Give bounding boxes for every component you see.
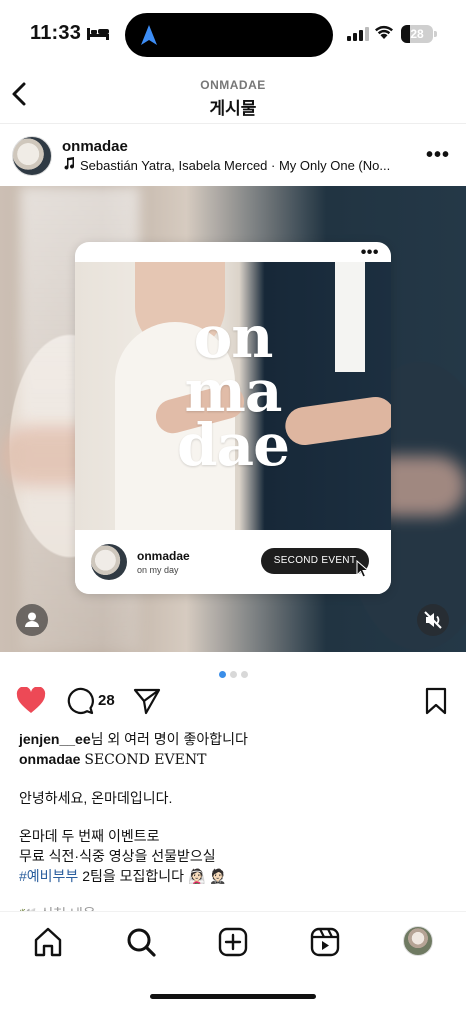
carousel-dot (218, 671, 226, 678)
caption-greeting: 안녕하세요, 온마데입니다. (19, 790, 173, 806)
status-bar: 11:33 28 (0, 0, 466, 70)
post-actions: 28 (0, 684, 466, 720)
carousel-indicator (0, 665, 466, 683)
post-username[interactable]: onmadae (62, 138, 128, 155)
cursor-icon (356, 560, 370, 578)
more-icon[interactable]: ••• (426, 144, 450, 167)
page-title: 게시물 (209, 99, 257, 118)
header-account: ONMADAE (200, 78, 266, 92)
bed-icon (87, 28, 109, 40)
second-event-button: SECOND EVENT (261, 548, 369, 574)
add-icon[interactable] (217, 926, 249, 958)
caption-headline-line: onmadae SECOND EVENT (19, 749, 449, 770)
card-account-name: onmadae (137, 549, 190, 563)
card-more-icon: ••• (360, 244, 379, 261)
music-label: Sebastián Yatra, Isabela Merced · My Onl… (80, 158, 391, 173)
caption-line-2: 무료 식전·식중 영상을 선물받으실 (19, 848, 216, 864)
liked-by-rest: 님 외 여러 명이 좋아합니다 (90, 731, 248, 747)
liked-by-user[interactable]: jenjen__ee (19, 731, 91, 747)
heart-icon[interactable] (16, 687, 46, 715)
dynamic-island[interactable] (125, 13, 333, 57)
music-note-icon (64, 157, 75, 170)
comment-count[interactable]: 28 (98, 692, 115, 709)
mute-button[interactable] (417, 604, 449, 636)
brand-wordmark: on ma dae (176, 303, 290, 479)
battery-indicator: 28 (401, 25, 433, 43)
avatar[interactable] (12, 136, 52, 176)
tagged-people-button[interactable] (16, 604, 48, 636)
search-icon[interactable] (125, 926, 157, 958)
bookmark-icon[interactable] (424, 687, 448, 715)
caption-author[interactable]: onmadae (19, 751, 80, 767)
post-media[interactable]: ••• on ma dae onmadae on my day SECOND E… (0, 186, 466, 652)
reels-icon[interactable] (309, 926, 341, 958)
hashtag-link[interactable]: #예비부부 (19, 868, 78, 884)
home-indicator[interactable] (150, 994, 316, 999)
navigation-arrow-icon (141, 25, 157, 45)
profile-avatar[interactable] (403, 926, 433, 956)
post-caption: jenjen__ee님 외 여러 명이 좋아합니다 onmadae SECOND… (19, 729, 449, 918)
card-account-sub: on my day (137, 565, 179, 575)
share-icon[interactable] (133, 687, 161, 715)
clock: 11:33 (30, 22, 82, 44)
likes-line[interactable]: jenjen__ee님 외 여러 명이 좋아합니다 (19, 729, 449, 749)
caption-line-3-rest: 2팀을 모집합니다 (78, 868, 185, 884)
wedding-photo: on ma dae (75, 262, 391, 530)
comment-icon[interactable] (66, 687, 94, 715)
top-header: ONMADAE 게시물 (0, 70, 466, 124)
carousel-dot (240, 671, 248, 678)
caption-emoji: 👰🏻 🤵🏻 (187, 868, 227, 884)
wifi-icon (375, 25, 393, 39)
signal-icon (347, 27, 369, 41)
card-footer: onmadae on my day SECOND EVENT (75, 530, 391, 594)
carousel-dot (229, 671, 237, 678)
caption-headline: SECOND EVENT (84, 752, 207, 768)
home-icon[interactable] (32, 926, 64, 958)
caption-line-3: #예비부부 2팀을 모집합니다 👰🏻 🤵🏻 (19, 866, 449, 886)
caption-line-1: 온마데 두 번째 이벤트로 (19, 828, 160, 844)
card-avatar (91, 544, 127, 580)
mute-icon (424, 611, 442, 629)
music-info[interactable]: Sebastián Yatra, Isabela Merced · My Onl… (62, 157, 390, 173)
post-header: onmadae Sebastián Yatra, Isabela Merced … (0, 132, 466, 184)
person-icon (25, 612, 39, 627)
post-card-graphic: ••• on ma dae onmadae on my day SECOND E… (75, 242, 391, 594)
